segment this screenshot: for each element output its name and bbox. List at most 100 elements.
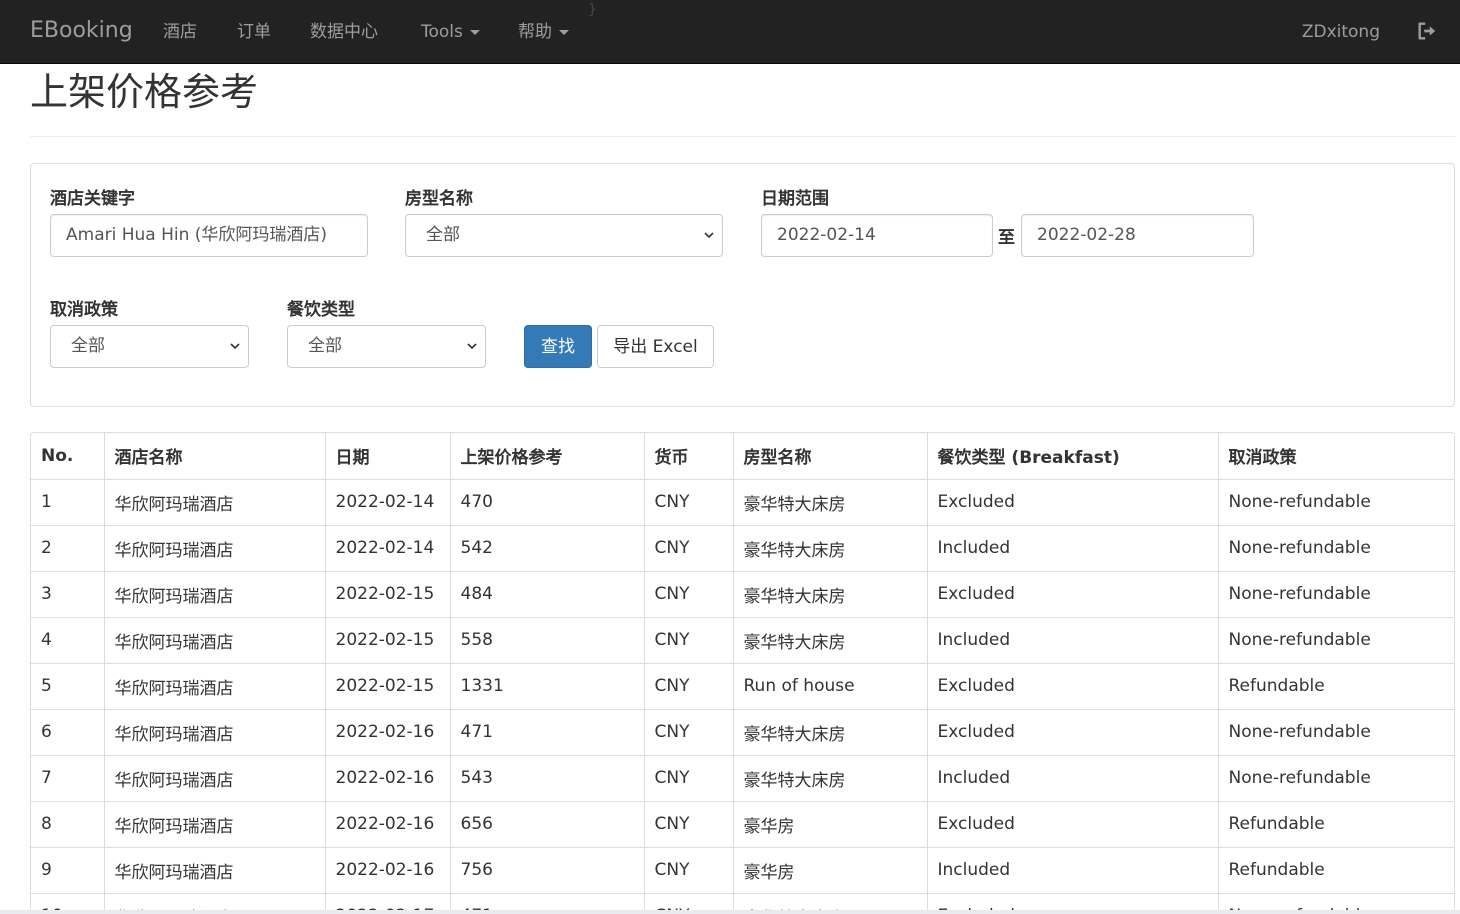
cell-currency: CNY (644, 617, 734, 664)
cell-no: 8 (31, 801, 105, 848)
cell-cancel-policy: None-refundable (1218, 479, 1454, 526)
cell-meal-type: Excluded (927, 663, 1219, 710)
cell-price: 543 (450, 755, 645, 802)
nav-item-orders[interactable]: 订单 (237, 0, 271, 64)
col-header-currency[interactable]: 货币 (644, 433, 734, 480)
cell-cancel-policy: None-refundable (1218, 709, 1454, 756)
cell-price: 470 (450, 479, 645, 526)
col-header-no[interactable]: No. (31, 433, 105, 480)
table-row: 9 华欣阿玛瑞酒店 2022-02-16 756 CNY 豪华房 Include… (31, 847, 1454, 894)
cell-cancel-policy: Refundable (1218, 663, 1454, 710)
chevron-down-icon (704, 232, 714, 239)
table-row: 7 华欣阿玛瑞酒店 2022-02-16 543 CNY 豪华特大床房 Incl… (31, 755, 1454, 802)
hotel-keyword-input[interactable]: Amari Hua Hin (华欣阿玛瑞酒店) (50, 214, 368, 257)
cell-date: 2022-02-15 (325, 571, 451, 618)
table-row: 1 华欣阿玛瑞酒店 2022-02-14 470 CNY 豪华特大床房 Excl… (31, 479, 1454, 526)
room-type-label: 房型名称 (405, 189, 473, 209)
nav-item-tools[interactable]: Tools (421, 0, 480, 64)
cell-meal-type: Included (927, 847, 1219, 894)
table-header-row: No. 酒店名称 日期 上架价格参考 货币 房型名称 餐饮类型 (Breakfa… (31, 433, 1454, 480)
user-menu[interactable]: ZDxitong (1302, 0, 1380, 64)
top-navbar: EBooking 酒店 订单 数据中心 Tools 帮助 } ZDxitong (0, 0, 1460, 64)
cell-room-type: 豪华特大床房 (733, 525, 928, 572)
table-row: 3 华欣阿玛瑞酒店 2022-02-15 484 CNY 豪华特大床房 Excl… (31, 571, 1454, 618)
cell-hotel-name: 华欣阿玛瑞酒店 (104, 525, 326, 572)
cell-room-type: 豪华房 (733, 801, 928, 848)
nav-item-hotel[interactable]: 酒店 (163, 0, 197, 64)
cancel-policy-selected: 全部 (71, 336, 105, 356)
cell-hotel-name: 华欣阿玛瑞酒店 (104, 479, 326, 526)
cell-no: 1 (31, 479, 105, 526)
title-divider (30, 136, 1455, 137)
nav-item-data-center[interactable]: 数据中心 (310, 0, 378, 64)
cell-room-type: 豪华房 (733, 847, 928, 894)
cell-cancel-policy: None-refundable (1218, 571, 1454, 618)
cell-price: 542 (450, 525, 645, 572)
date-from-input[interactable]: 2022-02-14 (761, 214, 993, 257)
cell-currency: CNY (644, 479, 734, 526)
cell-cancel-policy: None-refundable (1218, 617, 1454, 664)
export-excel-button[interactable]: 导出 Excel (597, 325, 714, 368)
meal-type-label: 餐饮类型 (287, 300, 355, 320)
cell-hotel-name: 华欣阿玛瑞酒店 (104, 847, 326, 894)
cell-no: 9 (31, 847, 105, 894)
cell-cancel-policy: None-refundable (1218, 525, 1454, 572)
date-range-separator: 至 (998, 228, 1015, 248)
sign-out-icon[interactable] (1416, 20, 1438, 42)
cancel-policy-label: 取消政策 (50, 300, 118, 320)
cell-cancel-policy: None-refundable (1218, 755, 1454, 802)
cell-currency: CNY (644, 801, 734, 848)
cell-date: 2022-02-15 (325, 663, 451, 710)
cell-cancel-policy: Refundable (1218, 847, 1454, 894)
caret-down-icon (559, 29, 569, 35)
nav-item-help[interactable]: 帮助 (518, 0, 569, 64)
cell-meal-type: Included (927, 617, 1219, 664)
cell-hotel-name: 华欣阿玛瑞酒店 (104, 663, 326, 710)
caret-down-icon (469, 29, 480, 35)
cell-currency: CNY (644, 525, 734, 572)
cell-price: 471 (450, 709, 645, 756)
cell-price: 558 (450, 617, 645, 664)
cell-meal-type: Excluded (927, 801, 1219, 848)
cell-price: 484 (450, 571, 645, 618)
cell-price: 1331 (450, 663, 645, 710)
col-header-price[interactable]: 上架价格参考 (450, 433, 645, 480)
cell-meal-type: Included (927, 755, 1219, 802)
cell-currency: CNY (644, 571, 734, 618)
table-body: 1 华欣阿玛瑞酒店 2022-02-14 470 CNY 豪华特大床房 Excl… (31, 479, 1454, 914)
col-header-room-type[interactable]: 房型名称 (733, 433, 928, 480)
room-type-select[interactable]: 全部 (405, 214, 723, 257)
cell-cancel-policy: Refundable (1218, 801, 1454, 848)
cell-price: 656 (450, 801, 645, 848)
cell-meal-type: Included (927, 525, 1219, 572)
col-header-hotel-name[interactable]: 酒店名称 (104, 433, 326, 480)
cell-date: 2022-02-14 (325, 479, 451, 526)
viewport-bottom-edge (0, 910, 1460, 914)
col-header-meal-type[interactable]: 餐饮类型 (Breakfast) (927, 433, 1219, 480)
col-header-cancel-policy[interactable]: 取消政策 (1218, 433, 1454, 480)
stray-character: } (588, 2, 597, 18)
nav-item-label: Tools (421, 22, 463, 42)
cell-meal-type: Excluded (927, 709, 1219, 756)
cell-no: 4 (31, 617, 105, 664)
search-button[interactable]: 查找 (524, 325, 592, 368)
nav-item-label: 酒店 (163, 22, 197, 42)
cell-meal-type: Excluded (927, 479, 1219, 526)
cell-room-type: 豪华特大床房 (733, 479, 928, 526)
nav-item-label: 帮助 (518, 22, 552, 42)
cell-hotel-name: 华欣阿玛瑞酒店 (104, 571, 326, 618)
cell-currency: CNY (644, 663, 734, 710)
cell-no: 6 (31, 709, 105, 756)
cancel-policy-select[interactable]: 全部 (50, 325, 249, 368)
meal-type-select[interactable]: 全部 (287, 325, 486, 368)
cell-no: 3 (31, 571, 105, 618)
date-to-input[interactable]: 2022-02-28 (1021, 214, 1254, 257)
meal-type-selected: 全部 (308, 336, 342, 356)
date-range-label: 日期范围 (761, 189, 829, 209)
cell-date: 2022-02-16 (325, 847, 451, 894)
table-row: 4 华欣阿玛瑞酒店 2022-02-15 558 CNY 豪华特大床房 Incl… (31, 617, 1454, 664)
col-header-date[interactable]: 日期 (325, 433, 451, 480)
nav-item-label: 订单 (237, 22, 271, 42)
cell-room-type: 豪华特大床房 (733, 755, 928, 802)
brand-link[interactable]: EBooking (30, 0, 133, 64)
